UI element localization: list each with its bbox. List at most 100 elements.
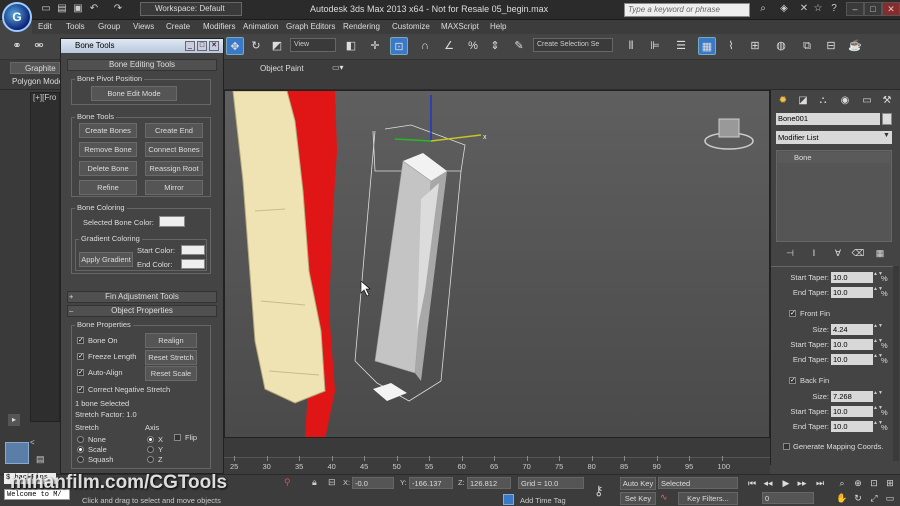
object-name-field[interactable]: Bone001 (776, 113, 880, 125)
reassign-root-button[interactable]: Reassign Root (145, 161, 203, 176)
align-icon[interactable]: ⊫ (646, 37, 664, 55)
open-file-icon[interactable]: ▤ (56, 3, 68, 15)
front-fin-size-arrows[interactable]: ▲▼ (873, 324, 883, 335)
stretch-none-radio[interactable] (77, 436, 84, 443)
utilities-tab-icon[interactable]: ⚒ (879, 93, 895, 109)
maximize-viewport-icon[interactable]: ⤢ (868, 492, 880, 504)
key-mode-icon[interactable]: ⚷ (594, 483, 616, 499)
front-fin-end-taper-arrows[interactable]: ▲▼ (873, 354, 883, 365)
x-coord-field[interactable]: -0.0 (352, 477, 394, 489)
correct-negative-checkbox[interactable]: ✓ (77, 386, 84, 393)
go-to-end-icon[interactable]: ⏭ (814, 477, 826, 489)
current-frame-field[interactable]: 0 (762, 492, 814, 504)
apply-gradient-button[interactable]: Apply Gradient (79, 252, 133, 267)
maximize-button[interactable]: □ (864, 2, 882, 16)
help-icon[interactable]: ? (828, 3, 840, 15)
material-editor-icon[interactable]: ◍ (772, 37, 790, 55)
hierarchy-tab-icon[interactable]: ⛬ (815, 93, 831, 109)
end-taper-spinner[interactable]: 10.0 (831, 287, 873, 298)
close-button[interactable]: ✕ (882, 2, 900, 16)
z-coord-field[interactable]: 126.812 (467, 477, 511, 489)
pan-icon[interactable]: ✋ (836, 492, 848, 504)
rollout-bone-editing[interactable]: Bone Editing Tools (67, 59, 217, 71)
pivot-center-icon[interactable]: ◧ (342, 37, 360, 55)
end-taper-arrows[interactable]: ▲▼ (873, 287, 883, 298)
refine-button[interactable]: Refine (79, 180, 137, 195)
back-fin-start-taper-arrows[interactable]: ▲▼ (873, 406, 883, 417)
stretch-squash-radio[interactable] (77, 456, 84, 463)
menu-create[interactable]: Create (166, 22, 190, 31)
start-taper-arrows[interactable]: ▲▼ (873, 272, 883, 283)
viewport-label[interactable]: [+][Fro (33, 93, 56, 102)
back-fin-checkbox[interactable]: ✓ (789, 377, 796, 384)
spinner-snap-icon[interactable]: ⇕ (486, 37, 504, 55)
viewport-layout-icon[interactable] (5, 442, 29, 464)
create-bones-button[interactable]: Create Bones (79, 123, 137, 138)
modify-tab-icon[interactable]: ◪ (795, 93, 811, 109)
front-fin-end-taper-spinner[interactable]: 10.0 (831, 354, 873, 365)
menu-tools[interactable]: Tools (66, 22, 85, 31)
expand-arrow-icon[interactable]: ▸ (8, 414, 20, 426)
new-file-icon[interactable]: ▭ (40, 3, 52, 15)
reset-stretch-button[interactable]: Reset Stretch (145, 350, 197, 365)
star-icon[interactable]: ☆ (812, 3, 824, 15)
gizmo-y-axis[interactable] (394, 138, 432, 142)
ribbon-tab-graphite[interactable]: Graphite (25, 64, 56, 73)
rotate-icon[interactable]: ↻ (247, 37, 265, 55)
key-curve-icon[interactable]: ∿ (660, 492, 674, 504)
make-unique-icon[interactable]: ∀ (831, 246, 845, 260)
mirror-icon[interactable]: ⫴ (622, 37, 640, 55)
graphite-toggle-icon[interactable]: ▦ (698, 37, 716, 55)
play-icon[interactable]: ▶ (780, 477, 792, 489)
time-slider-track[interactable] (224, 438, 770, 458)
back-fin-end-taper-spinner[interactable]: 10.0 (831, 421, 873, 432)
zoom-icon[interactable]: ⌕ (836, 477, 848, 489)
motion-tab-icon[interactable]: ◉ (837, 93, 853, 109)
axis-y-radio[interactable] (147, 446, 154, 453)
display-tab-icon[interactable]: ▭ (859, 93, 875, 109)
workspace-dropdown[interactable]: Workspace: Default (140, 2, 242, 16)
named-selection-dropdown[interactable]: Create Selection Se (533, 38, 613, 52)
auto-key-button[interactable]: Auto Key (620, 477, 656, 490)
move-tool-icon[interactable]: ✥ (226, 37, 244, 55)
angle-snap-icon[interactable]: ∠ (440, 37, 458, 55)
prev-frame-icon[interactable]: ◂◂ (762, 477, 774, 489)
dialog-close-button[interactable]: ✕ (209, 41, 219, 51)
start-color-swatch[interactable] (181, 245, 205, 255)
back-fin-start-taper-spinner[interactable]: 10.0 (831, 406, 873, 417)
flip-checkbox[interactable] (174, 434, 181, 441)
orbit-icon[interactable]: ↻ (852, 492, 864, 504)
ribbon-options-icon[interactable]: ▭▾ (332, 63, 344, 72)
zoom-extents-icon[interactable]: ⊡ (868, 477, 880, 489)
field-of-view-icon[interactable]: ⊞ (884, 477, 896, 489)
rollout-fin-plus-icon[interactable]: + (69, 292, 73, 301)
menu-maxscript[interactable]: MAXScript (441, 22, 479, 31)
add-time-tag[interactable]: Add Time Tag (520, 496, 566, 505)
viewport-front[interactable]: x (224, 90, 770, 438)
menu-graph-editors[interactable]: Graph Editors (286, 22, 335, 31)
curve-editor-icon[interactable]: ⌇ (722, 37, 740, 55)
remove-bone-button[interactable]: Remove Bone (79, 142, 137, 157)
percent-snap-icon[interactable]: % (464, 37, 482, 55)
edit-named-selection-icon[interactable]: ✎ (510, 37, 528, 55)
dialog-maximize-button[interactable]: □ (197, 41, 207, 51)
walkthrough-icon[interactable]: ▭ (884, 492, 896, 504)
subscription-icon[interactable]: ◈ (778, 3, 790, 15)
menu-customize[interactable]: Customize (392, 22, 430, 31)
delete-bone-button[interactable]: Delete Bone (79, 161, 137, 176)
create-tab-icon[interactable]: ✹ (775, 93, 791, 109)
menu-modifiers[interactable]: Modifiers (203, 22, 235, 31)
set-key-button[interactable]: Set Key (620, 492, 656, 505)
layer-manager-icon[interactable]: ☰ (672, 37, 690, 55)
timeline[interactable]: 25 30 35 40 45 50 55 60 65 70 75 80 85 90 95 100 (224, 438, 770, 474)
rendered-frame-icon[interactable]: ⊟ (822, 37, 840, 55)
undo-icon[interactable]: ↶ (88, 3, 100, 15)
next-frame-icon[interactable]: ▸▸ (796, 477, 808, 489)
back-fin-size-spinner[interactable]: 7.268 (831, 391, 873, 402)
mirror-button[interactable]: Mirror (145, 180, 203, 195)
minimize-button[interactable]: – (846, 2, 864, 16)
redo-icon[interactable]: ↷ (112, 3, 124, 15)
search-icon[interactable]: ⌕ (757, 3, 769, 15)
connect-bones-button[interactable]: Connect Bones (145, 142, 203, 157)
modifier-stack-item-bone[interactable]: Bone (778, 152, 890, 163)
